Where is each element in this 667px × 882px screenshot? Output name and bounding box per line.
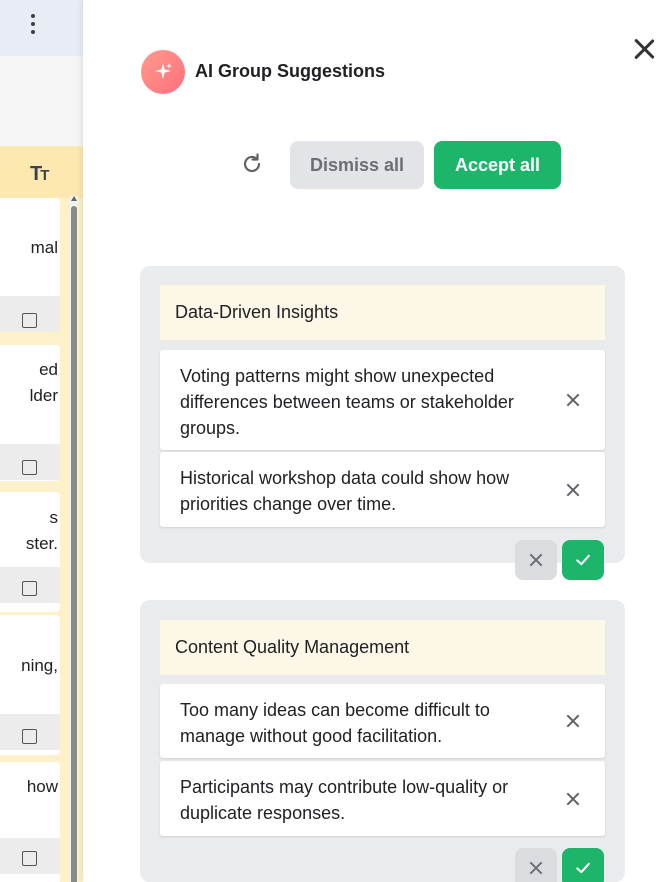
remove-icon[interactable] bbox=[564, 712, 582, 730]
group-title: Content Quality Management bbox=[160, 620, 605, 675]
board-background: TT mal ed lder s ster. ning, how bbox=[0, 0, 83, 882]
accept-group-button[interactable] bbox=[562, 848, 604, 882]
suggestion-item: Too many ideas can become difficult to m… bbox=[160, 684, 605, 758]
card-text: how bbox=[0, 774, 60, 800]
suggestion-item: Historical workshop data could show how … bbox=[160, 452, 605, 527]
board-card[interactable]: ed lder bbox=[0, 345, 60, 481]
reject-group-button[interactable] bbox=[515, 848, 557, 882]
card-checkbox[interactable] bbox=[22, 729, 37, 744]
scrollbar-thumb[interactable] bbox=[71, 206, 77, 882]
card-line: ed bbox=[39, 360, 58, 379]
board-card[interactable]: mal bbox=[0, 198, 60, 332]
board-card[interactable]: s ster. bbox=[0, 492, 60, 612]
card-text: ed lder bbox=[0, 357, 60, 409]
card-line: ster. bbox=[25, 534, 58, 553]
accept-all-button[interactable]: Accept all bbox=[434, 141, 561, 189]
item-text: Voting patterns might show unexpected di… bbox=[180, 366, 514, 438]
item-text: Historical workshop data could show how … bbox=[180, 468, 510, 514]
remove-icon[interactable] bbox=[564, 481, 582, 499]
text-size-icon[interactable]: TT bbox=[30, 163, 49, 186]
card-text: ning, bbox=[0, 653, 60, 679]
reject-group-button[interactable] bbox=[515, 540, 557, 580]
panel-title: AI Group Suggestions bbox=[195, 61, 386, 81]
remove-icon[interactable] bbox=[564, 391, 582, 409]
card-checkbox[interactable] bbox=[22, 460, 37, 475]
card-line: lder bbox=[29, 386, 58, 405]
remove-icon[interactable] bbox=[564, 790, 582, 808]
card-line: mal bbox=[30, 238, 58, 257]
more-vert-icon[interactable] bbox=[22, 10, 44, 38]
suggestion-group: Data-Driven Insights Voting patterns mig… bbox=[140, 266, 625, 580]
card-checkbox[interactable] bbox=[22, 851, 37, 866]
board-card[interactable]: how bbox=[0, 762, 60, 882]
group-title: Data-Driven Insights bbox=[160, 285, 605, 340]
suggestion-group: Content Quality Management Too many idea… bbox=[140, 600, 625, 882]
accept-group-button[interactable] bbox=[562, 540, 604, 580]
close-icon[interactable] bbox=[631, 36, 657, 62]
board-strip bbox=[0, 56, 83, 146]
card-text: mal bbox=[0, 235, 60, 261]
refresh-icon[interactable] bbox=[240, 152, 264, 176]
suggestion-item: Participants may contribute low-quality … bbox=[160, 761, 605, 836]
card-line: ning, bbox=[21, 656, 58, 675]
suggestion-item: Voting patterns might show unexpected di… bbox=[160, 350, 605, 450]
card-checkbox[interactable] bbox=[22, 581, 37, 596]
check-icon bbox=[576, 554, 590, 566]
ai-suggestions-panel: AI Group Suggestions Dismiss all Accept … bbox=[83, 0, 667, 882]
card-text: s ster. bbox=[0, 505, 60, 557]
scroll-up-arrow-icon[interactable] bbox=[71, 196, 77, 201]
card-checkbox[interactable] bbox=[22, 313, 37, 328]
card-line: how bbox=[26, 777, 58, 796]
item-text: Too many ideas can become difficult to m… bbox=[180, 700, 490, 746]
sparkle-icon bbox=[141, 50, 185, 94]
card-line: s bbox=[49, 508, 59, 527]
dismiss-all-button[interactable]: Dismiss all bbox=[290, 141, 424, 189]
board-card[interactable]: ning, bbox=[0, 615, 60, 755]
check-icon bbox=[576, 862, 590, 874]
item-text: Participants may contribute low-quality … bbox=[180, 777, 509, 823]
